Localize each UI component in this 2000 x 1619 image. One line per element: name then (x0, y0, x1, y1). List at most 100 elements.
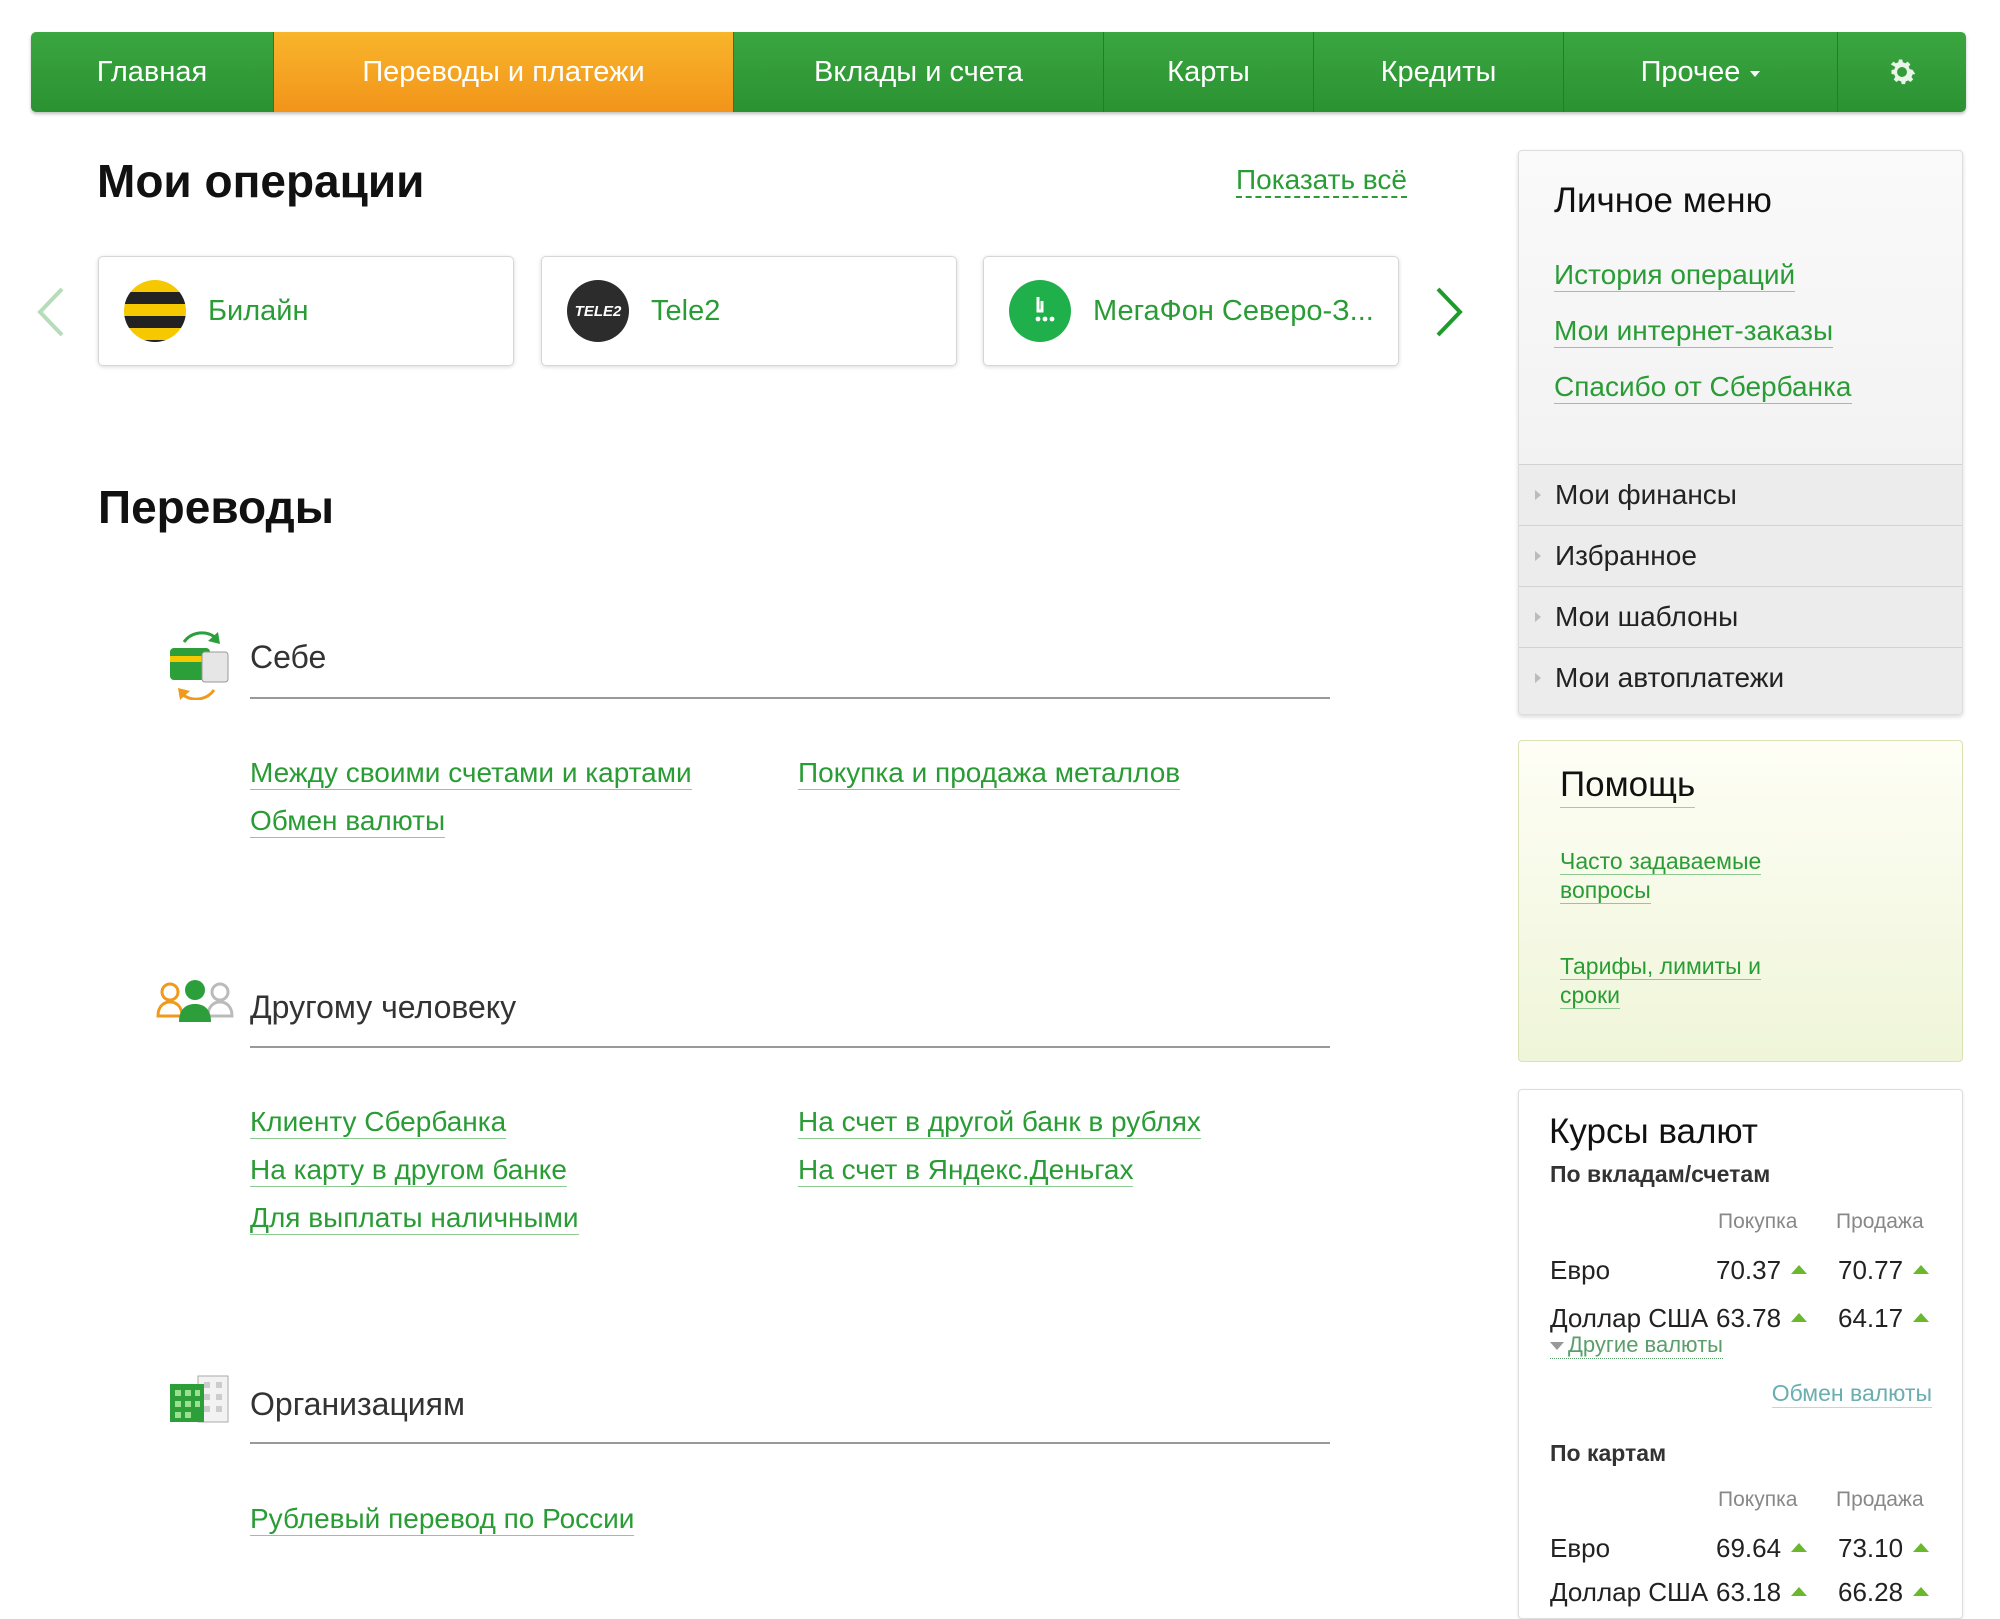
link-card-other-bank[interactable]: На карту в другом банке (250, 1154, 567, 1187)
help-panel: Помощь Часто задаваемые вопросы Тарифы, … (1518, 740, 1963, 1062)
menu-row-autopayments[interactable]: Мои автоплатежи (1519, 647, 1962, 708)
rates-title: Курсы валют (1549, 1112, 1758, 1151)
arrow-up-icon (1791, 1542, 1808, 1552)
menu-row-label: Мои автоплатежи (1555, 662, 1785, 693)
link-faq-line1[interactable]: Часто задаваемые (1560, 848, 1762, 875)
operation-card-beeline[interactable]: Билайн (98, 256, 514, 366)
nav-item-credits[interactable]: Кредиты (1314, 32, 1564, 112)
help-title-text: Помощь (1560, 765, 1696, 804)
other-currencies-link[interactable]: Другие валюты (1550, 1332, 1723, 1359)
nav-item-label: Вклады и счета (813, 55, 1024, 88)
chevron-right-icon (1535, 551, 1541, 561)
exchange-link[interactable]: Обмен валюты (1771, 1380, 1932, 1408)
arrow-up-icon (1913, 1586, 1930, 1596)
col-header-buy: Покупка (1718, 1210, 1798, 1233)
arrow-up-icon (1913, 1542, 1930, 1552)
carousel-prev-icon[interactable] (36, 286, 66, 338)
rate-sell: 70.77 (1838, 1255, 1930, 1286)
section-divider (250, 1046, 1330, 1048)
nav-item-deposits[interactable]: Вклады и счета (734, 32, 1104, 112)
nav-item-label: Карты (1167, 55, 1250, 88)
carousel-next-icon[interactable] (1434, 286, 1464, 338)
menu-row-finances[interactable]: Мои финансы (1519, 464, 1962, 525)
rate-value: 70.37 (1716, 1255, 1782, 1285)
rate-buy: 70.37 (1716, 1255, 1808, 1286)
tele2-logo-text: TELE2 (574, 302, 622, 320)
link-yandex-money[interactable]: На счет в Яндекс.Деньгах (798, 1154, 1134, 1187)
link-currency-exchange[interactable]: Обмен валюты (250, 805, 446, 838)
main-nav: Главная Переводы и платежи Вклады и счет… (31, 32, 1966, 112)
page-title: Мои операции (97, 155, 425, 207)
show-all-link[interactable]: Показать всё (1236, 164, 1407, 198)
col-header-buy: Покупка (1718, 1488, 1798, 1511)
triangle-down-icon (1550, 1342, 1564, 1351)
rates-deposits-subtitle: По вкладам/счетам (1550, 1161, 1771, 1187)
megafon-logo-icon (1009, 280, 1071, 342)
personal-menu-title: Личное меню (1554, 181, 1772, 220)
rate-buy: 69.64 (1716, 1533, 1808, 1564)
link-faq[interactable]: Часто задаваемые вопросы (1560, 847, 1762, 905)
gear-icon (1890, 59, 1916, 85)
chevron-right-icon (1535, 490, 1541, 500)
nav-item-label: Главная (96, 55, 208, 88)
menu-row-templates[interactable]: Мои шаблоны (1519, 586, 1962, 647)
settings-button[interactable] (1838, 32, 1966, 112)
link-operations-history[interactable]: История операций (1554, 259, 1796, 292)
chevron-right-icon (1535, 612, 1541, 622)
menu-row-label: Мои шаблоны (1555, 601, 1739, 632)
link-tariffs[interactable]: Тарифы, лимиты и сроки (1560, 952, 1761, 1010)
personal-menu: Личное меню История операций Мои интерне… (1518, 150, 1963, 715)
rate-currency: Доллар США (1550, 1577, 1709, 1607)
link-tariffs-line1[interactable]: Тарифы, лимиты и (1560, 953, 1761, 980)
arrow-up-icon (1913, 1264, 1930, 1274)
other-currencies-label: Другие валюты (1568, 1332, 1723, 1357)
nav-item-transfers-payments[interactable]: Переводы и платежи (274, 32, 734, 112)
operation-card-megafon[interactable]: МегаФон Северо-З... (983, 256, 1399, 366)
rate-value: 64.17 (1838, 1303, 1904, 1333)
link-faq-line2[interactable]: вопросы (1560, 877, 1651, 904)
col-header-sell: Продажа (1836, 1210, 1924, 1233)
link-spasibo[interactable]: Спасибо от Сбербанка (1554, 371, 1852, 404)
buildings-icon (170, 1375, 229, 1423)
section-title-other-person: Другому человеку (250, 989, 517, 1025)
operation-card-tele2[interactable]: TELE2 Tele2 (541, 256, 957, 366)
nav-item-cards[interactable]: Карты (1104, 32, 1314, 112)
rate-buy: 63.18 (1716, 1577, 1808, 1608)
link-ruble-transfer-russia[interactable]: Рублевый перевод по России (250, 1503, 635, 1536)
rate-currency: Евро (1550, 1533, 1611, 1563)
arrow-up-icon (1913, 1312, 1930, 1322)
operation-card-name: МегаФон Северо-З... (1093, 294, 1374, 327)
link-between-own-accounts[interactable]: Между своими счетами и картами (250, 757, 692, 790)
link-internet-orders[interactable]: Мои интернет-заказы (1554, 315, 1834, 348)
arrow-up-icon (1791, 1312, 1808, 1322)
rates-panel: Курсы валют По вкладам/счетам Покупка Пр… (1518, 1089, 1963, 1619)
chevron-down-icon (1750, 71, 1761, 77)
nav-item-other[interactable]: Прочее (1564, 32, 1838, 112)
operation-card-name: Билайн (208, 294, 309, 327)
transfers-title: Переводы (98, 481, 334, 533)
arrow-up-icon (1791, 1264, 1808, 1274)
link-metals[interactable]: Покупка и продажа металлов (798, 757, 1181, 790)
menu-row-label: Мои финансы (1555, 479, 1737, 510)
beeline-logo-icon (124, 280, 186, 342)
people-icon (156, 980, 234, 1022)
rate-currency: Евро (1550, 1255, 1611, 1285)
section-title-organizations: Организациям (250, 1386, 465, 1422)
rate-value: 69.64 (1716, 1533, 1782, 1563)
section-title-self: Себе (250, 639, 327, 675)
nav-item-home[interactable]: Главная (31, 32, 274, 112)
rate-value: 70.77 (1838, 1255, 1904, 1285)
link-sberbank-client[interactable]: Клиенту Сбербанка (250, 1106, 507, 1139)
rates-cards-subtitle: По картам (1550, 1440, 1667, 1466)
rate-sell: 73.10 (1838, 1533, 1930, 1564)
menu-row-favorites[interactable]: Избранное (1519, 525, 1962, 586)
rate-value: 73.10 (1838, 1533, 1904, 1563)
menu-row-label: Избранное (1555, 540, 1697, 571)
rate-sell: 64.17 (1838, 1303, 1930, 1334)
link-tariffs-line2[interactable]: сроки (1560, 982, 1620, 1009)
nav-item-label: Прочее (1640, 55, 1741, 88)
section-divider (250, 697, 1330, 699)
rate-sell: 66.28 (1838, 1577, 1930, 1608)
link-account-other-bank-rub[interactable]: На счет в другой банк в рублях (798, 1106, 1201, 1139)
link-cash-payout[interactable]: Для выплаты наличными (250, 1202, 579, 1235)
